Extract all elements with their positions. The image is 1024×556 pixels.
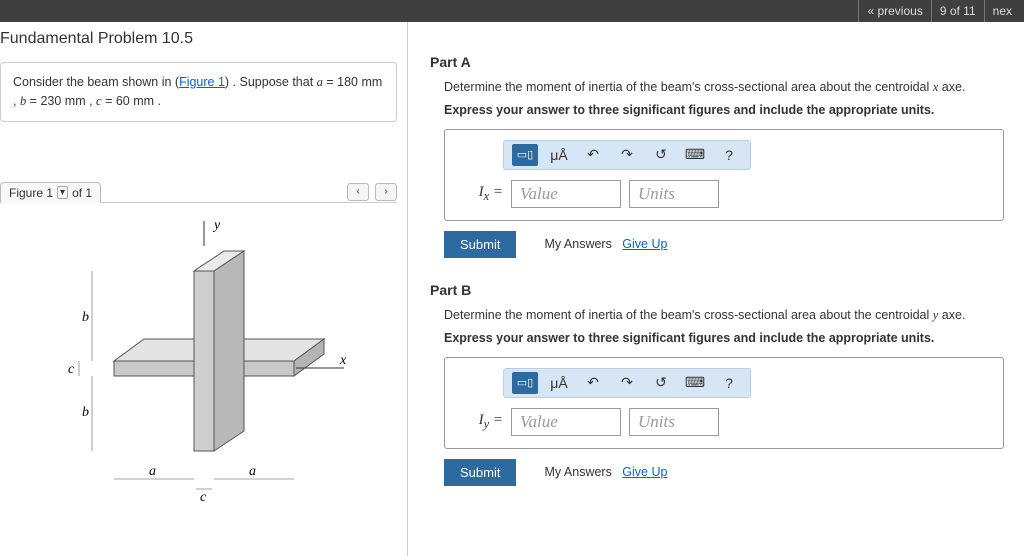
part-a-give-up-link[interactable]: Give Up <box>622 237 667 251</box>
part-b-submit-button[interactable]: Submit <box>444 459 516 486</box>
my-answers-label: My Answers <box>544 237 611 251</box>
beam-figure: y x b b c a a c <box>44 211 354 501</box>
part-a-instruction: Express your answer to three significant… <box>444 103 1010 117</box>
part-b-desc: Determine the moment of inertia of the b… <box>444 306 1010 325</box>
part-b-answer-box: ▭▯ μÅ ↶ ↷ ↺ ⌨ ? Iy = Value Units <box>444 357 1004 449</box>
svg-text:a: a <box>149 464 156 479</box>
part-b-value-input[interactable]: Value <box>511 408 621 436</box>
part-b-submit-row: Submit My Answers Give Up <box>444 459 1010 486</box>
part-b-instruction: Express your answer to three significant… <box>444 331 1010 345</box>
problem-title: Fundamental Problem 10.5 <box>0 30 397 48</box>
reset-icon[interactable]: ↺ <box>648 372 674 394</box>
right-column: Part A Determine the moment of inertia o… <box>408 22 1024 556</box>
page-count: 9 of 11 <box>931 0 984 22</box>
help-icon[interactable]: ? <box>716 372 742 394</box>
part-a-units-input[interactable]: Units <box>629 180 719 208</box>
figure-body: y x b b c a a c <box>0 203 397 501</box>
part-a-toolbar: ▭▯ μÅ ↶ ↷ ↺ ⌨ ? <box>503 140 751 170</box>
part-a-submit-button[interactable]: Submit <box>444 231 516 258</box>
svg-text:c: c <box>68 362 75 377</box>
top-navbar: « previous 9 of 11 nex <box>0 0 1024 22</box>
svg-text:b: b <box>82 405 89 420</box>
previous-link[interactable]: « previous <box>858 0 930 22</box>
part-b-units-input[interactable]: Units <box>629 408 719 436</box>
figure-tab[interactable]: Figure 1 ▾ of 1 <box>0 182 101 203</box>
part-a-title: Part A <box>430 54 1010 70</box>
part-a-desc: Determine the moment of inertia of the b… <box>444 78 1010 97</box>
mu-angstrom-button[interactable]: μÅ <box>546 144 572 166</box>
part-b-give-up-link[interactable]: Give Up <box>622 465 667 479</box>
redo-icon[interactable]: ↷ <box>614 372 640 394</box>
keyboard-icon[interactable]: ⌨ <box>682 144 708 166</box>
figure-select-icon[interactable]: ▾ <box>57 186 68 199</box>
problem-description: Consider the beam shown in (Figure 1) . … <box>0 62 397 122</box>
mu-angstrom-button[interactable]: μÅ <box>546 372 572 394</box>
figure-header: Figure 1 ▾ of 1 ‹ › <box>0 182 397 203</box>
next-link[interactable]: nex <box>984 0 1020 22</box>
keyboard-icon[interactable]: ⌨ <box>682 372 708 394</box>
svg-text:c: c <box>200 490 207 501</box>
undo-icon[interactable]: ↶ <box>580 372 606 394</box>
svg-text:a: a <box>249 464 256 479</box>
y-axis-label: y <box>212 218 221 233</box>
part-a-answer-box: ▭▯ μÅ ↶ ↷ ↺ ⌨ ? Ix = Value Units <box>444 129 1004 221</box>
part-b-toolbar: ▭▯ μÅ ↶ ↷ ↺ ⌨ ? <box>503 368 751 398</box>
part-a-symbol: Ix = <box>459 184 503 204</box>
template-icon[interactable]: ▭▯ <box>512 372 538 394</box>
x-axis-label: x <box>339 353 347 368</box>
svg-text:b: b <box>82 310 89 325</box>
part-b-title: Part B <box>430 282 1010 298</box>
part-a-value-input[interactable]: Value <box>511 180 621 208</box>
part-a-submit-row: Submit My Answers Give Up <box>444 231 1010 258</box>
figure-link[interactable]: Figure 1 <box>179 75 225 89</box>
figure-next-button[interactable]: › <box>375 183 397 201</box>
left-column: Fundamental Problem 10.5 Consider the be… <box>0 22 408 556</box>
help-icon[interactable]: ? <box>716 144 742 166</box>
reset-icon[interactable]: ↺ <box>648 144 674 166</box>
part-b-symbol: Iy = <box>459 412 503 432</box>
figure-prev-button[interactable]: ‹ <box>347 183 369 201</box>
undo-icon[interactable]: ↶ <box>580 144 606 166</box>
my-answers-label: My Answers <box>544 465 611 479</box>
redo-icon[interactable]: ↷ <box>614 144 640 166</box>
template-icon[interactable]: ▭▯ <box>512 144 538 166</box>
